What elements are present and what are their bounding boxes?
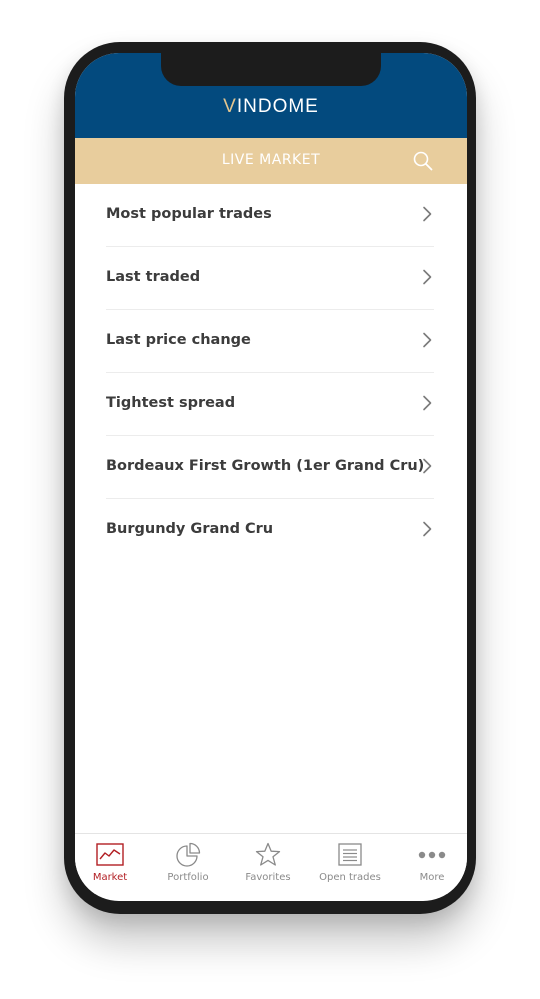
- tab-label: Market: [92, 872, 128, 883]
- list-item-label: Burgundy Grand Cru: [106, 521, 274, 537]
- phone-screen: VINDOME LIVE MARKET Most popular trades …: [75, 53, 467, 901]
- chevron-right-icon: [423, 458, 432, 474]
- list-item-last-price-change[interactable]: Last price change: [106, 310, 434, 373]
- tab-more[interactable]: More: [393, 842, 467, 883]
- list-item-bordeaux-first-growth[interactable]: Bordeaux First Growth (1er Grand Cru): [106, 436, 434, 499]
- list-item-label: Most popular trades: [106, 206, 272, 222]
- more-dots-icon: [418, 851, 446, 859]
- list-item-most-popular-trades[interactable]: Most popular trades: [106, 184, 434, 247]
- chevron-right-icon: [423, 206, 432, 222]
- tab-label: More: [419, 872, 445, 883]
- tab-label: Open trades: [319, 872, 381, 883]
- list-item-label: Last price change: [106, 332, 251, 348]
- pie-chart-icon: [176, 842, 201, 867]
- brand-logo: VINDOME: [75, 96, 467, 118]
- list-item-last-traded[interactable]: Last traded: [106, 247, 434, 310]
- bottom-tab-bar: Market Portfolio Favorites Open trades M…: [75, 833, 467, 894]
- chevron-right-icon: [423, 395, 432, 411]
- star-icon: [255, 842, 281, 866]
- chevron-right-icon: [423, 332, 432, 348]
- market-list: Most popular trades Last traded Last pri…: [106, 184, 434, 561]
- list-item-label: Tightest spread: [106, 395, 236, 411]
- tab-label: Portfolio: [167, 872, 209, 883]
- brand-logo-text: INDOME: [236, 96, 319, 117]
- tab-favorites[interactable]: Favorites: [229, 842, 307, 883]
- document-icon: [338, 843, 362, 866]
- phone-frame: VINDOME LIVE MARKET Most popular trades …: [64, 42, 476, 914]
- list-item-burgundy-grand-cru[interactable]: Burgundy Grand Cru: [106, 499, 434, 561]
- live-market-bar: LIVE MARKET: [75, 138, 467, 184]
- chevron-right-icon: [423, 521, 432, 537]
- market-chart-icon: [96, 843, 124, 866]
- page-title: LIVE MARKET: [221, 152, 321, 168]
- list-item-tightest-spread[interactable]: Tightest spread: [106, 373, 434, 436]
- brand-logo-initial: V: [223, 96, 237, 117]
- tab-market[interactable]: Market: [75, 842, 149, 883]
- list-item-label: Last traded: [106, 269, 201, 285]
- list-item-label: Bordeaux First Growth (1er Grand Cru): [106, 458, 425, 474]
- chevron-right-icon: [423, 269, 432, 285]
- tab-portfolio[interactable]: Portfolio: [149, 842, 227, 883]
- search-icon: [413, 151, 433, 171]
- tab-open-trades[interactable]: Open trades: [311, 842, 389, 883]
- phone-notch: [161, 53, 381, 86]
- tab-label: Favorites: [245, 872, 291, 883]
- search-button[interactable]: [412, 150, 434, 172]
